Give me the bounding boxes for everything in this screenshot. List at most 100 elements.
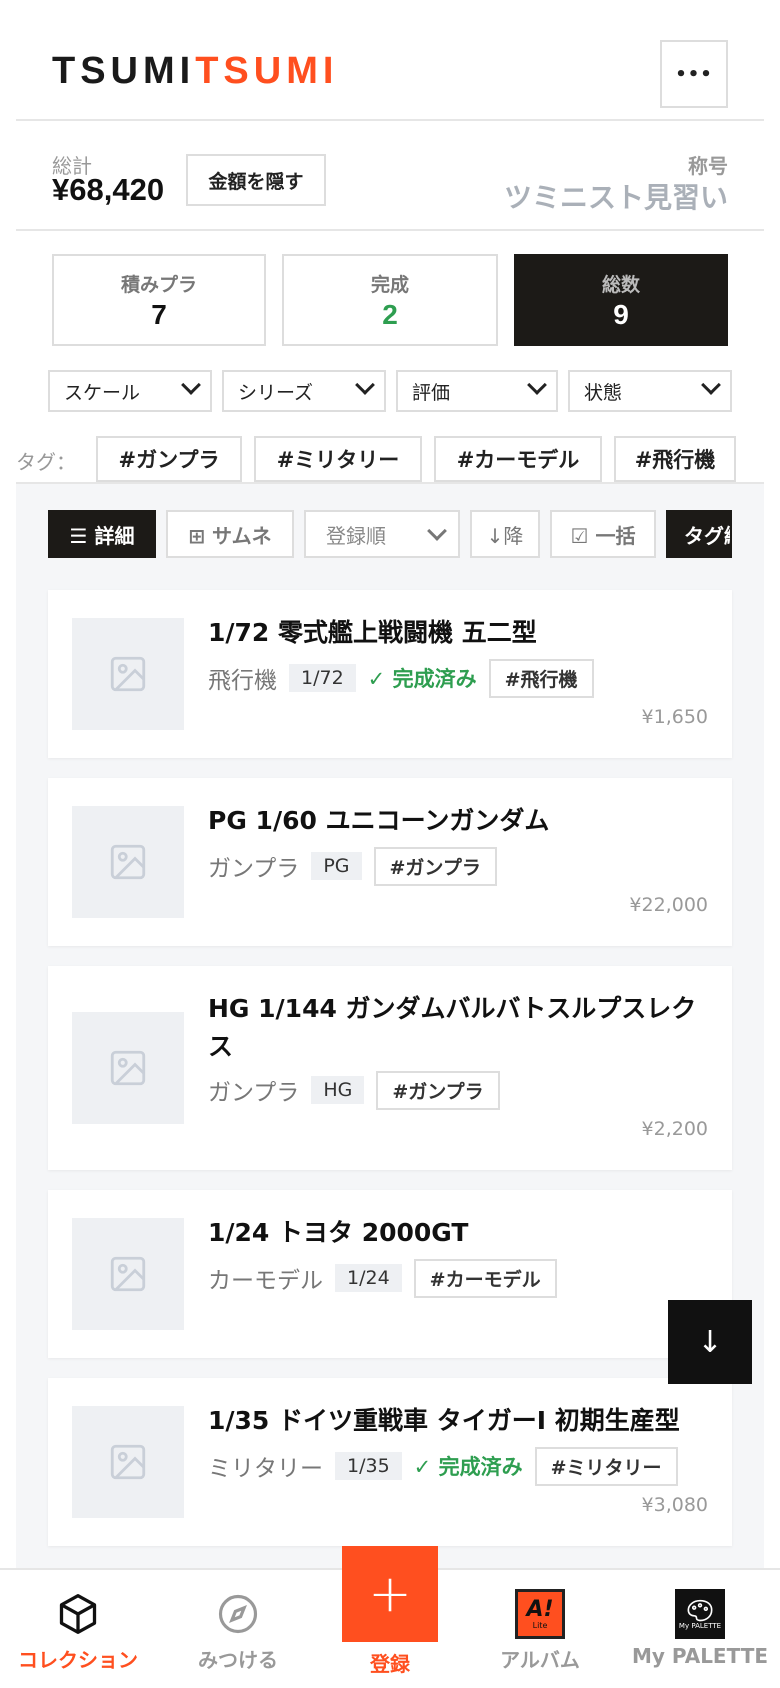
arrow-down-icon: ↓	[697, 1324, 723, 1360]
stat-label: 総数	[601, 273, 640, 296]
filter-status-select[interactable]: 状態	[568, 370, 732, 412]
stat-unbuilt[interactable]: 積みプラ 7	[52, 254, 266, 346]
filter-scale-select[interactable]: スケール	[48, 370, 212, 412]
tag-chip-car-model[interactable]: #カーモデル	[434, 436, 602, 482]
album-badge-text: A!	[526, 1596, 554, 1622]
nav-album[interactable]: A! Lite アルバム	[462, 1570, 618, 1688]
add-item-button[interactable]: +	[342, 1546, 438, 1642]
nav-my-palette[interactable]: My PALETTE My PALETTE	[622, 1570, 778, 1688]
nav-label: みつける	[198, 1648, 278, 1672]
album-app-icon: A! Lite	[515, 1589, 565, 1639]
stat-label: 完成	[370, 273, 409, 296]
chevron-down-icon	[427, 521, 447, 541]
list-item[interactable]: HG 1/144 ガンダムバルバトスルプスレクス ガンプラ HG #ガンプラ ¥…	[48, 966, 732, 1170]
item-scale-badge: 1/24	[335, 1264, 402, 1292]
item-completed-status: ✓ 完成済み	[367, 667, 477, 691]
item-meta: 飛行機 1/72 ✓ 完成済み #飛行機	[208, 658, 594, 698]
chevron-down-icon	[181, 375, 201, 395]
rank-title-value: ツミニスト見習い	[503, 181, 728, 214]
nav-label: My PALETTE	[631, 1644, 768, 1668]
view-thumbnail-button[interactable]: ⊞ サムネ	[166, 510, 294, 558]
item-tag[interactable]: #ガンプラ	[373, 846, 497, 886]
item-scale-badge: 1/35	[335, 1452, 402, 1480]
more-icon: •••	[675, 63, 713, 85]
filter-series-select[interactable]: シリーズ	[222, 370, 386, 412]
item-name: 1/35 ドイツ重戦車 タイガーI 初期生産型	[208, 1406, 680, 1435]
chevron-down-icon	[355, 375, 375, 395]
item-meta: ミリタリー 1/35 ✓ 完成済み #ミリタリー	[208, 1446, 678, 1486]
item-tag[interactable]: #ガンプラ	[376, 1070, 500, 1110]
plus-icon: +	[368, 1564, 412, 1624]
list-item[interactable]: 1/35 ドイツ重戦車 タイガーI 初期生産型 ミリタリー 1/35 ✓ 完成済…	[48, 1378, 732, 1546]
app-header: TSUMITSUMI •••	[0, 0, 780, 128]
item-name: 1/24 トヨタ 2000GT	[208, 1218, 469, 1247]
stat-value: 2	[382, 298, 398, 330]
list-item[interactable]: PG 1/60 ユニコーンガンダム ガンプラ PG #ガンプラ ¥22,000	[48, 778, 732, 946]
more-menu-button[interactable]: •••	[660, 40, 728, 108]
tag-chip-gunpla[interactable]: #ガンプラ	[96, 436, 242, 482]
divider	[16, 229, 764, 231]
filter-label: スケール	[64, 381, 141, 404]
item-category: ガンプラ	[208, 1080, 300, 1106]
item-name: 1/72 零式艦上戦闘機 五二型	[208, 618, 537, 647]
sort-order-select[interactable]: 登録順	[304, 510, 460, 558]
nav-label: アルバム	[500, 1648, 580, 1672]
tag-chip-military[interactable]: #ミリタリー	[254, 436, 422, 482]
scroll-down-button[interactable]: ↓	[668, 1300, 752, 1384]
item-price: ¥2,200	[641, 1118, 708, 1140]
item-price: ¥22,000	[629, 894, 708, 916]
item-scale-badge: PG	[311, 852, 362, 880]
list-item[interactable]: 1/72 零式艦上戦闘機 五二型 飛行機 1/72 ✓ 完成済み #飛行機 ¥1…	[48, 590, 732, 758]
item-category: ガンプラ	[208, 856, 300, 882]
tag-filter-label: タグ：	[16, 450, 76, 474]
item-scale-badge: 1/72	[289, 664, 356, 692]
add-item-label: 登録	[370, 1652, 410, 1676]
image-placeholder-icon	[72, 1406, 184, 1518]
nav-discover[interactable]: みつける	[160, 1570, 316, 1688]
item-tag[interactable]: #カーモデル	[413, 1258, 557, 1298]
filter-label: 評価	[412, 381, 451, 404]
sort-label: 登録順	[326, 523, 386, 548]
total-value: ¥68,420	[52, 172, 165, 207]
album-badge-sub: Lite	[532, 1620, 548, 1630]
filter-label: シリーズ	[238, 381, 314, 404]
item-meta: ガンプラ PG #ガンプラ	[208, 846, 497, 886]
divider	[16, 119, 764, 121]
item-name: HG 1/144 ガンダムバルバトスルプスレクス	[208, 994, 697, 1061]
item-price: ¥3,080	[641, 1494, 708, 1516]
image-placeholder-icon	[72, 1218, 184, 1330]
stat-label: 積みプラ	[120, 273, 197, 296]
box-icon	[56, 1590, 100, 1638]
item-meta: カーモデル 1/24 #カーモデル	[208, 1258, 557, 1298]
hide-amount-button[interactable]: 金額を隠す	[186, 154, 326, 206]
rank-title-label: 称号	[688, 154, 728, 178]
stat-completed[interactable]: 完成 2	[282, 254, 498, 346]
tag-edit-button[interactable]: タグ編	[666, 510, 732, 558]
item-tag[interactable]: #ミリタリー	[534, 1446, 678, 1486]
app-logo[interactable]: TSUMITSUMI	[52, 50, 338, 93]
image-placeholder-icon	[72, 618, 184, 730]
stat-total[interactable]: 総数 9	[514, 254, 728, 346]
filter-rating-select[interactable]: 評価	[396, 370, 558, 412]
view-detail-button[interactable]: ☰ 詳細	[48, 510, 156, 558]
bulk-select-button[interactable]: ☑ 一括	[550, 510, 656, 558]
item-price: ¥1,650	[641, 706, 708, 728]
item-category: 飛行機	[208, 668, 277, 694]
item-tag[interactable]: #飛行機	[488, 658, 594, 698]
nav-label: コレクション	[18, 1648, 138, 1672]
item-name: PG 1/60 ユニコーンガンダム	[208, 806, 550, 835]
palette-badge-sub: My PALETTE	[678, 1622, 722, 1630]
image-placeholder-icon	[72, 806, 184, 918]
nav-collection[interactable]: コレクション	[0, 1570, 156, 1688]
chevron-down-icon	[527, 375, 547, 395]
compass-icon	[217, 1590, 259, 1638]
sort-direction-button[interactable]: ↓降	[470, 510, 540, 558]
item-meta: ガンプラ HG #ガンプラ	[208, 1070, 500, 1110]
item-category: カーモデル	[208, 1268, 323, 1294]
stat-value: 7	[151, 298, 167, 330]
tag-chip-aircraft[interactable]: #飛行機	[614, 436, 736, 482]
list-item[interactable]: 1/24 トヨタ 2000GT カーモデル 1/24 #カーモデル ¥2	[48, 1190, 732, 1358]
logo-text-dark: TSUMI	[52, 50, 196, 92]
image-placeholder-icon	[72, 1012, 184, 1124]
logo-text-accent: TSUMI	[195, 50, 339, 92]
